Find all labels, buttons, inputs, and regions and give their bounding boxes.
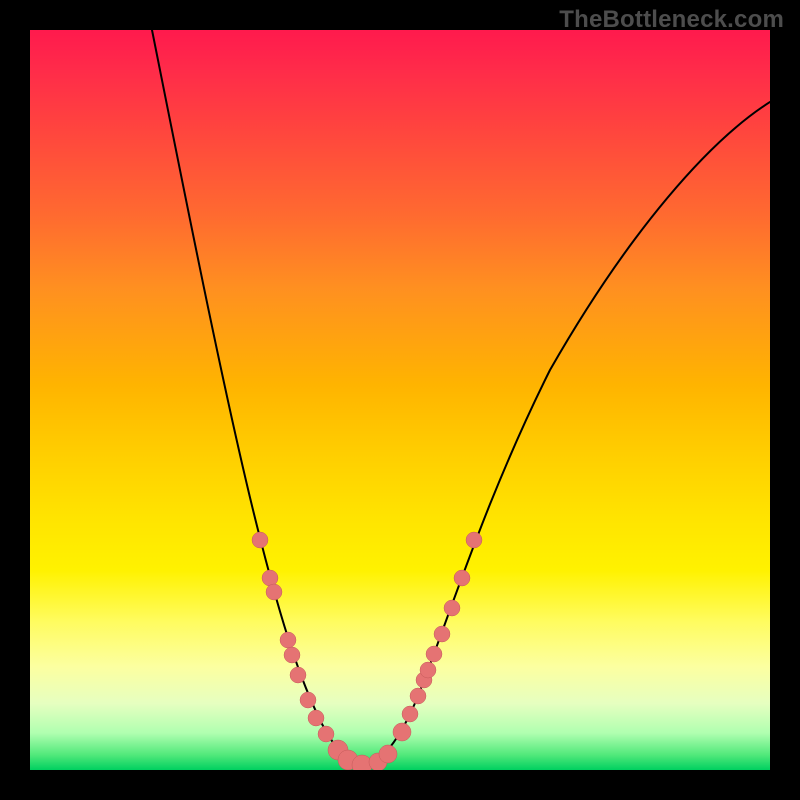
data-marker — [466, 532, 482, 548]
curves — [152, 30, 770, 766]
data-marker — [410, 688, 426, 704]
data-marker — [434, 626, 450, 642]
data-marker — [402, 706, 418, 722]
watermark-text: TheBottleneck.com — [559, 6, 784, 34]
data-marker — [426, 646, 442, 662]
data-marker — [379, 745, 397, 763]
data-marker — [308, 710, 324, 726]
data-marker — [252, 532, 268, 548]
data-marker — [318, 726, 334, 742]
data-marker — [266, 584, 282, 600]
data-marker — [393, 723, 411, 741]
data-marker — [420, 662, 436, 678]
data-marker — [284, 647, 300, 663]
data-marker — [280, 632, 296, 648]
bottleneck-curve-left — [152, 30, 360, 766]
markers — [252, 532, 482, 770]
plot-area — [30, 30, 770, 770]
data-marker — [454, 570, 470, 586]
curve-layer — [30, 30, 770, 770]
data-marker — [262, 570, 278, 586]
chart-frame: TheBottleneck.com — [0, 0, 800, 800]
data-marker — [300, 692, 316, 708]
data-marker — [444, 600, 460, 616]
data-marker — [290, 667, 306, 683]
